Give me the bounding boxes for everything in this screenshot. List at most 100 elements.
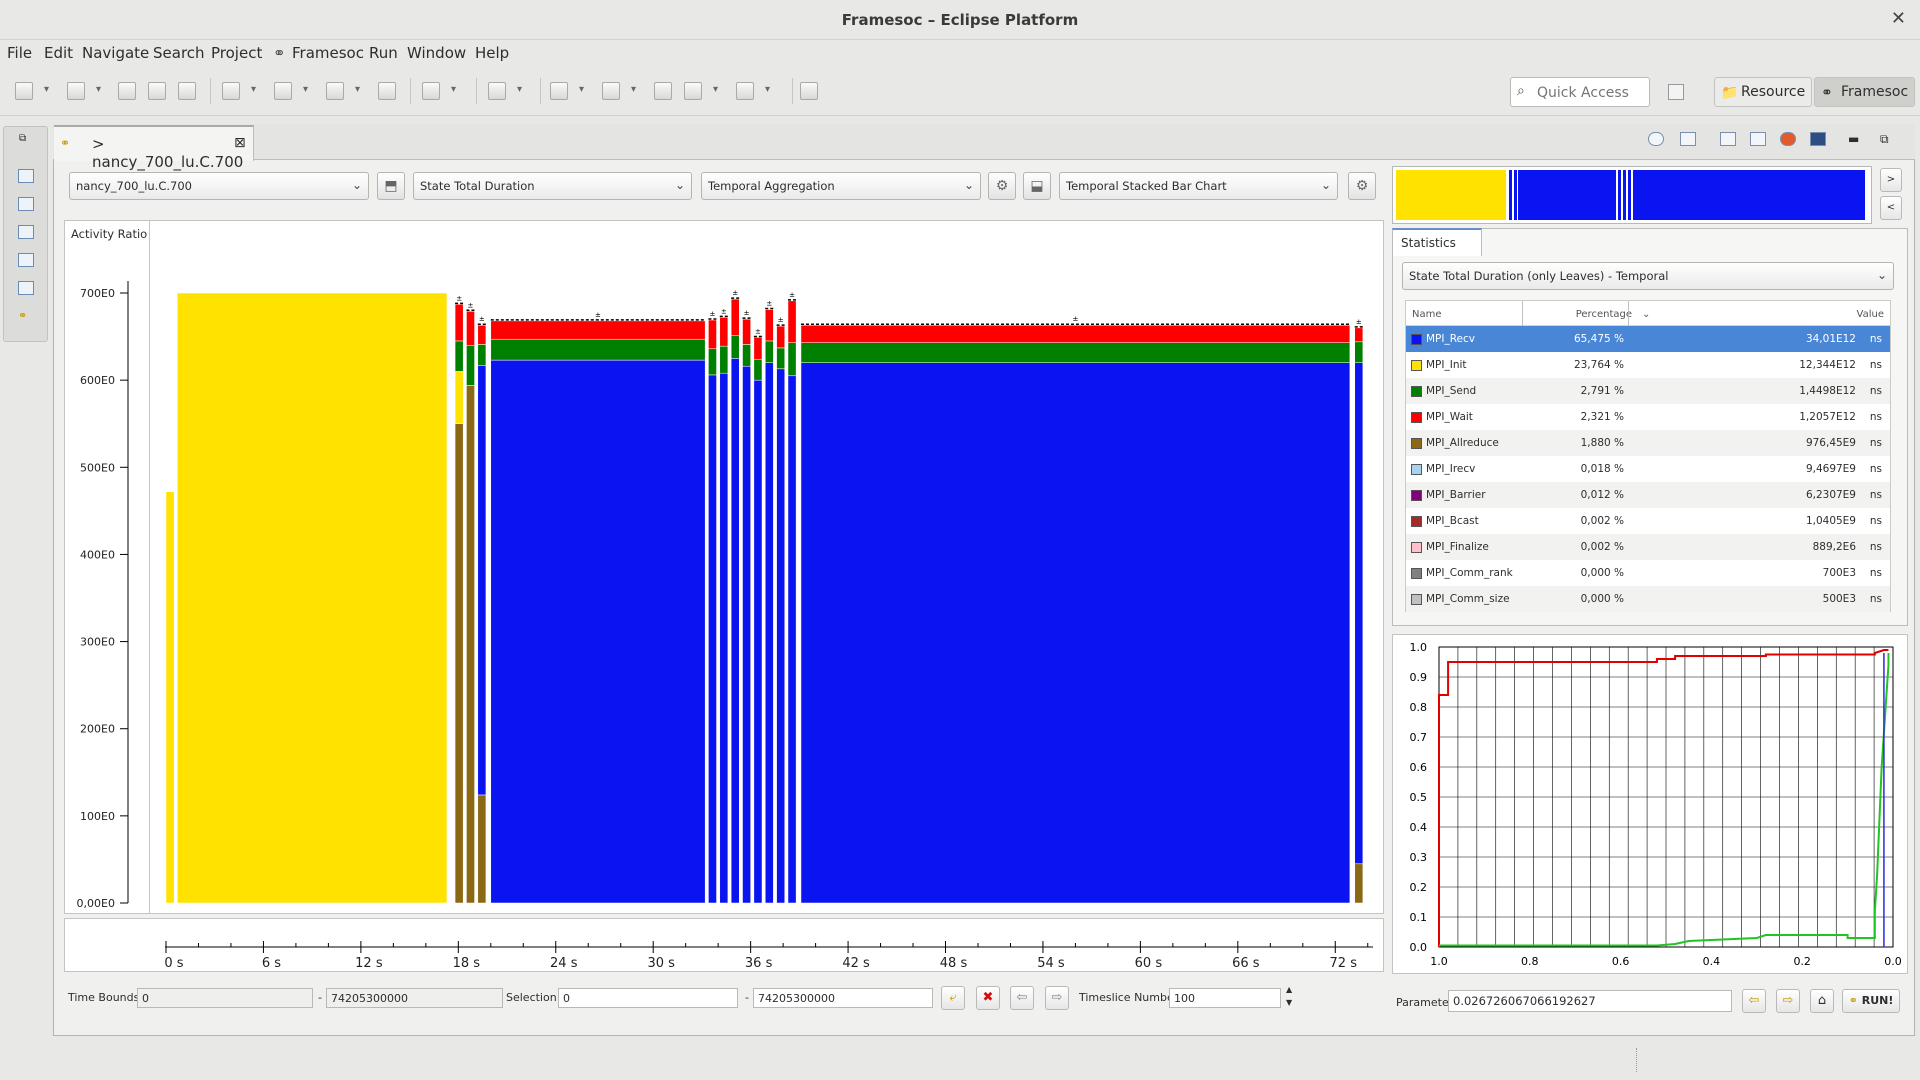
back-dropdown-icon[interactable]: ▾ [713,84,718,95]
table-row[interactable]: MPI_Comm_rank 0,000 % 700E3 ns [1406,560,1890,586]
view-icon[interactable] [18,169,34,183]
editor-tab[interactable]: ⚭ > nancy_700_lu.C.700 ⊠ [54,125,254,171]
perspective-resource[interactable]: 📁 Resource [1714,77,1813,107]
quick-access-field[interactable]: ⌕ [1510,77,1650,107]
close-icon[interactable]: ✕ [1891,8,1906,29]
run-icon[interactable] [422,82,440,100]
parameter-field[interactable]: 0.026726067066192627 [1448,990,1732,1012]
selection-start-field[interactable]: 0 [558,988,738,1008]
forward-dropdown-icon[interactable]: ▾ [765,84,770,95]
perspective-framesoc[interactable]: ⚭ Framesoc [1814,77,1916,107]
menu-help[interactable]: Help [475,44,509,62]
menu-window[interactable]: Window [407,44,466,62]
menu-project[interactable]: Project [211,44,262,62]
import-icon[interactable] [274,82,292,100]
run-button[interactable]: ⚭ RUN! [1842,989,1900,1013]
open-perspective-icon[interactable] [1668,84,1684,100]
open-icon[interactable] [67,82,85,100]
table-row[interactable]: MPI_Bcast 0,002 % 1,0405E9 ns [1406,508,1890,534]
menu-run[interactable]: Run [369,44,398,62]
new-trace-icon[interactable] [222,82,240,100]
parameter-increase-icon[interactable]: ⇨ [1776,989,1800,1013]
menu-navigate[interactable]: Navigate [82,44,149,62]
prev-annotation-icon[interactable] [602,82,620,100]
operator-selector[interactable]: Temporal Aggregation ⌄ [701,172,981,200]
last-edit-icon[interactable] [654,82,672,100]
menu-search[interactable]: Search [153,44,205,62]
import-dropdown-icon[interactable]: ▾ [303,84,308,95]
back-icon[interactable] [684,82,702,100]
table-row[interactable]: MPI_Allreduce 1,880 % 976,45E9 ns [1406,430,1890,456]
table-row[interactable]: MPI_Irecv 0,018 % 9,4697E9 ns [1406,456,1890,482]
table-view-icon[interactable] [1720,132,1736,146]
table-row[interactable]: MPI_Init 23,764 % 12,344E12 ns [1406,352,1890,378]
pie-chart-icon[interactable] [1780,132,1796,146]
trace-overview[interactable] [1392,166,1872,224]
parameter-home-icon[interactable]: ⌂ [1810,989,1834,1013]
chart-selector[interactable]: Temporal Stacked Bar Chart ⌄ [1059,172,1338,200]
save-icon[interactable]: ⬓ [1023,172,1051,200]
trace-selector[interactable]: nancy_700_lu.C.700 ⌄ [69,172,369,200]
parameter-chart[interactable]: 0.0 0.1 0.2 0.3 0.4 0.5 0.6 0.7 0.8 0.9 1.0 1.0 0.8 0… [1393,635,1907,973]
forward-icon[interactable] [736,82,754,100]
selection-end-field[interactable]: 74205300000 [753,988,933,1008]
table-row[interactable]: MPI_Send 2,791 % 1,4498E12 ns [1406,378,1890,404]
table-row[interactable]: MPI_Comm_size 0,000 % 500E3 ns [1406,586,1890,612]
overview-forward-icon[interactable]: > [1880,168,1902,192]
framesoc-view-icon[interactable]: ⚭ [18,309,27,322]
view-icon[interactable] [18,197,34,211]
shift-right-icon[interactable]: ⇨ [1045,986,1069,1010]
menu-file[interactable]: File [7,44,32,62]
pin-dropdown-icon[interactable]: ▾ [517,84,522,95]
timeslice-spinner[interactable]: 100 [1169,988,1281,1008]
overview-back-icon[interactable]: < [1880,196,1902,220]
new-dropdown-icon[interactable]: ▾ [44,84,49,95]
settings-icon[interactable] [1648,132,1664,146]
bar-chart-icon[interactable] [1810,132,1826,146]
tree-view-icon[interactable] [1750,132,1766,146]
next-annotation-icon[interactable] [550,82,568,100]
reset-selection-icon[interactable]: ✖ [976,986,1000,1010]
restore-icon[interactable]: ⧉ [19,133,26,144]
menu-framesoc[interactable]: Framesoc [292,44,364,62]
trace-info-icon[interactable]: ⬒ [377,172,405,200]
column-header-value[interactable]: Value [1857,309,1884,320]
run-dropdown-icon[interactable]: ▾ [451,84,456,95]
table-row[interactable]: MPI_Barrier 0,012 % 6,2307E9 ns [1406,482,1890,508]
column-header-percentage[interactable]: Percentage [1572,309,1632,320]
pin-icon[interactable] [488,82,506,100]
table-row[interactable]: MPI_Wait 2,321 % 1,2057E12 ns [1406,404,1890,430]
close-tab-icon[interactable]: ⊠ [234,135,246,151]
shift-left-icon[interactable]: ⇦ [1010,986,1034,1010]
new-trace-dropdown-icon[interactable]: ▾ [251,84,256,95]
prev-annotation-dropdown-icon[interactable]: ▾ [631,84,636,95]
trace-manager-icon[interactable] [378,82,396,100]
external-tools-icon[interactable] [800,82,818,100]
chart-settings-icon[interactable]: ⚙ [1348,172,1376,200]
statistics-selector[interactable]: State Total Duration (only Leaves) - Tem… [1402,262,1894,290]
display-icon[interactable] [1680,132,1696,146]
print-icon[interactable] [178,82,196,100]
table-row[interactable]: MPI_Recv 65,475 % 34,01E12 ns [1406,326,1890,352]
export-icon[interactable] [326,82,344,100]
maximize-icon[interactable]: ⧉ [1880,132,1889,147]
save-all-icon[interactable] [148,82,166,100]
quick-access-input[interactable] [1535,84,1645,102]
menu-edit[interactable]: Edit [44,44,73,62]
statistics-tab[interactable]: Statistics [1392,228,1482,256]
operator-settings-icon[interactable]: ⚙ [988,172,1016,200]
apply-selection-icon[interactable]: ⤶ [941,986,965,1010]
next-annotation-dropdown-icon[interactable]: ▾ [579,84,584,95]
table-row[interactable]: MPI_Finalize 0,002 % 889,2E6 ns [1406,534,1890,560]
view-icon[interactable] [18,281,34,295]
new-icon[interactable] [15,82,33,100]
open-dropdown-icon[interactable]: ▾ [96,84,101,95]
export-dropdown-icon[interactable]: ▾ [355,84,360,95]
view-icon[interactable] [18,225,34,239]
parameter-decrease-icon[interactable]: ⇦ [1742,989,1766,1013]
spinner-up-icon[interactable]: ▲ [1286,985,1292,994]
view-icon[interactable] [18,253,34,267]
minimize-icon[interactable]: ▬ [1848,132,1859,146]
metric-selector[interactable]: State Total Duration ⌄ [413,172,692,200]
stacked-bar-chart[interactable]: 0,00E0100E0200E0300E0400E0500E0600E0700E… [65,221,1385,915]
